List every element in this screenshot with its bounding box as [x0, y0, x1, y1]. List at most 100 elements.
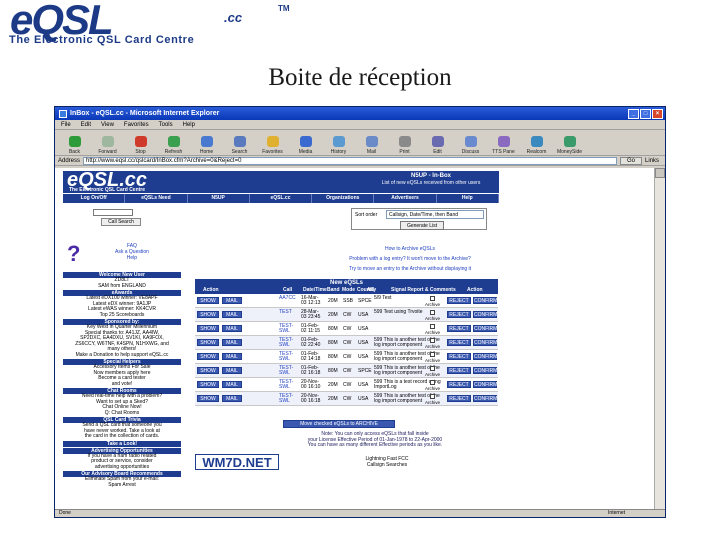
toolbar-stop-button[interactable]: Stop	[125, 131, 156, 155]
reject-button[interactable]: REJECT	[447, 381, 471, 388]
call-search-input[interactable]	[93, 209, 133, 216]
show-button[interactable]: SHOW	[197, 353, 219, 360]
archive-checkbox[interactable]	[430, 352, 435, 357]
sidebar-section-text[interactable]: Eliminate Spam from your e-mail: Spam Arr…	[63, 476, 181, 488]
confirm-button[interactable]: CONFIRM	[473, 381, 497, 388]
call-search-button[interactable]: Call Search	[101, 218, 141, 226]
toolbar-discuss-button[interactable]: Discuss	[455, 131, 486, 155]
archive-checkbox[interactable]	[430, 366, 435, 371]
mail-button[interactable]: MAIL	[222, 297, 242, 304]
nav-item-organizations[interactable]: Organizations	[312, 194, 375, 203]
close-icon[interactable]: ×	[652, 108, 663, 119]
reject-button[interactable]: REJECT	[447, 297, 471, 304]
help-link[interactable]: Problem with a log entry? It won't move …	[335, 256, 485, 262]
toolbar-back-button[interactable]: Back	[59, 131, 90, 155]
reject-button[interactable]: REJECT	[447, 339, 471, 346]
help-link[interactable]: Try to move an entry to the Archive with…	[335, 266, 485, 272]
nav-item-help[interactable]: Help	[437, 194, 499, 203]
archive-checkbox[interactable]	[430, 296, 435, 301]
move-to-archive-button[interactable]: Move checked eQSLs to ARCHIVE	[283, 420, 395, 428]
row-callsign[interactable]: TEST-SWL	[279, 352, 299, 362]
toolbar-realcom-button[interactable]: Realcom	[521, 131, 552, 155]
sidebar-section-text[interactable]: If you have a ham radio related product o…	[63, 453, 181, 470]
archive-checkbox[interactable]	[430, 324, 435, 329]
row-callsign[interactable]: TEST-SWL	[279, 324, 299, 334]
address-input[interactable]: http://www.eqsl.cc/qslcard/InBox.cfm?Arc…	[83, 156, 617, 165]
toolbar-media-button[interactable]: Media	[290, 131, 321, 155]
mail-button[interactable]: MAIL	[222, 395, 242, 402]
confirm-button[interactable]: CONFIRM	[473, 325, 497, 332]
toolbar-tts-pane-button[interactable]: TTS Pane	[488, 131, 519, 155]
nav-item-eqsl-cc[interactable]: eQSL.cc	[250, 194, 313, 203]
confirm-button[interactable]: CONFIRM	[473, 395, 497, 402]
mail-button[interactable]: MAIL	[222, 381, 242, 388]
menu-item-tools[interactable]: Tools	[159, 122, 173, 128]
sidebar-section-text[interactable]: Latest eDX100 winner: VE8APF Latest eDX w…	[63, 295, 181, 318]
ad-logo[interactable]: WM7D.NET	[195, 454, 279, 470]
links-button[interactable]: Links	[645, 158, 665, 164]
reject-button[interactable]: REJECT	[447, 395, 471, 402]
sidebar-section-text[interactable]: Accessory Items For Sale Now members appl…	[63, 364, 181, 387]
sidebar-section-text[interactable]: Send a QSL card that someone you have nev…	[63, 422, 181, 440]
help-link[interactable]: How to Archive eQSLs	[335, 246, 485, 252]
show-button[interactable]: SHOW	[197, 297, 219, 304]
row-callsign[interactable]: TEST-SWL	[279, 366, 299, 376]
archive-checkbox[interactable]	[430, 380, 435, 385]
menu-item-favorites[interactable]: Favorites	[124, 122, 149, 128]
mail-button[interactable]: MAIL	[222, 353, 242, 360]
reject-button[interactable]: REJECT	[447, 353, 471, 360]
generate-list-button[interactable]: Generate List	[400, 221, 444, 230]
show-button[interactable]: SHOW	[197, 311, 219, 318]
toolbar-history-button[interactable]: History	[323, 131, 354, 155]
sort-select[interactable]: Callsign, Date/Time, then Band	[386, 210, 484, 219]
confirm-button[interactable]: CONFIRM	[473, 353, 497, 360]
reject-button[interactable]: REJECT	[447, 325, 471, 332]
mail-button[interactable]: MAIL	[222, 311, 242, 318]
row-callsign[interactable]: TEST	[279, 310, 299, 315]
toolbar-refresh-button[interactable]: Refresh	[158, 131, 189, 155]
show-button[interactable]: SHOW	[197, 381, 219, 388]
vertical-scrollbar[interactable]	[654, 168, 665, 511]
row-callsign[interactable]: TEST-SWL	[279, 338, 299, 348]
toolbar-forward-button[interactable]: Forward	[92, 131, 123, 155]
confirm-button[interactable]: CONFIRM	[473, 311, 497, 318]
sidebar-section-text[interactable]: ZD8LT SAM from ENGLAND	[63, 277, 181, 289]
ad-text[interactable]: Lightning Fast FCC Callsign Searches	[327, 456, 447, 468]
toolbar-moneyside-button[interactable]: MoneySide	[554, 131, 585, 155]
show-button[interactable]: SHOW	[197, 339, 219, 346]
reject-button[interactable]: REJECT	[447, 367, 471, 374]
go-button[interactable]: Go	[620, 156, 642, 165]
nav-item-n5up[interactable]: N5UP	[188, 194, 250, 203]
show-button[interactable]: SHOW	[197, 325, 219, 332]
toolbar-search-button[interactable]: Search	[224, 131, 255, 155]
show-button[interactable]: SHOW	[197, 367, 219, 374]
scroll-up-arrow[interactable]	[655, 168, 665, 178]
toolbar-home-button[interactable]: Home	[191, 131, 222, 155]
menu-item-file[interactable]: File	[61, 122, 71, 128]
archive-checkbox[interactable]	[430, 310, 435, 315]
archive-checkbox[interactable]	[430, 394, 435, 399]
sidebar-section-text[interactable]: Need real-time help with a problem? Want …	[63, 393, 181, 416]
confirm-button[interactable]: CONFIRM	[473, 367, 497, 374]
nav-item-log-on-off[interactable]: Log On/Off	[63, 194, 126, 203]
help-link[interactable]: Help	[115, 255, 149, 261]
mail-button[interactable]: MAIL	[222, 339, 242, 346]
sidebar-section-text[interactable]: Key West in Quarter Millennium Special th…	[63, 324, 181, 358]
toolbar-edit-button[interactable]: Edit	[422, 131, 453, 155]
minimize-icon[interactable]: _	[628, 108, 639, 119]
nav-item-eqsls-need[interactable]: eQSLs Need	[125, 194, 188, 203]
nav-item-advertisers[interactable]: Advertisers	[374, 194, 437, 203]
mail-button[interactable]: MAIL	[222, 367, 242, 374]
menu-item-view[interactable]: View	[101, 122, 114, 128]
confirm-button[interactable]: CONFIRM	[473, 297, 497, 304]
window-titlebar[interactable]: InBox - eQSL.cc - Microsoft Internet Exp…	[55, 107, 665, 120]
mail-button[interactable]: MAIL	[222, 325, 242, 332]
archive-checkbox[interactable]	[430, 338, 435, 343]
menu-item-help[interactable]: Help	[183, 122, 195, 128]
reject-button[interactable]: REJECT	[447, 311, 471, 318]
row-callsign[interactable]: AA7CC	[279, 296, 299, 301]
toolbar-mail-button[interactable]: Mail	[356, 131, 387, 155]
menu-item-edit[interactable]: Edit	[81, 122, 91, 128]
confirm-button[interactable]: CONFIRM	[473, 339, 497, 346]
toolbar-print-button[interactable]: Print	[389, 131, 420, 155]
